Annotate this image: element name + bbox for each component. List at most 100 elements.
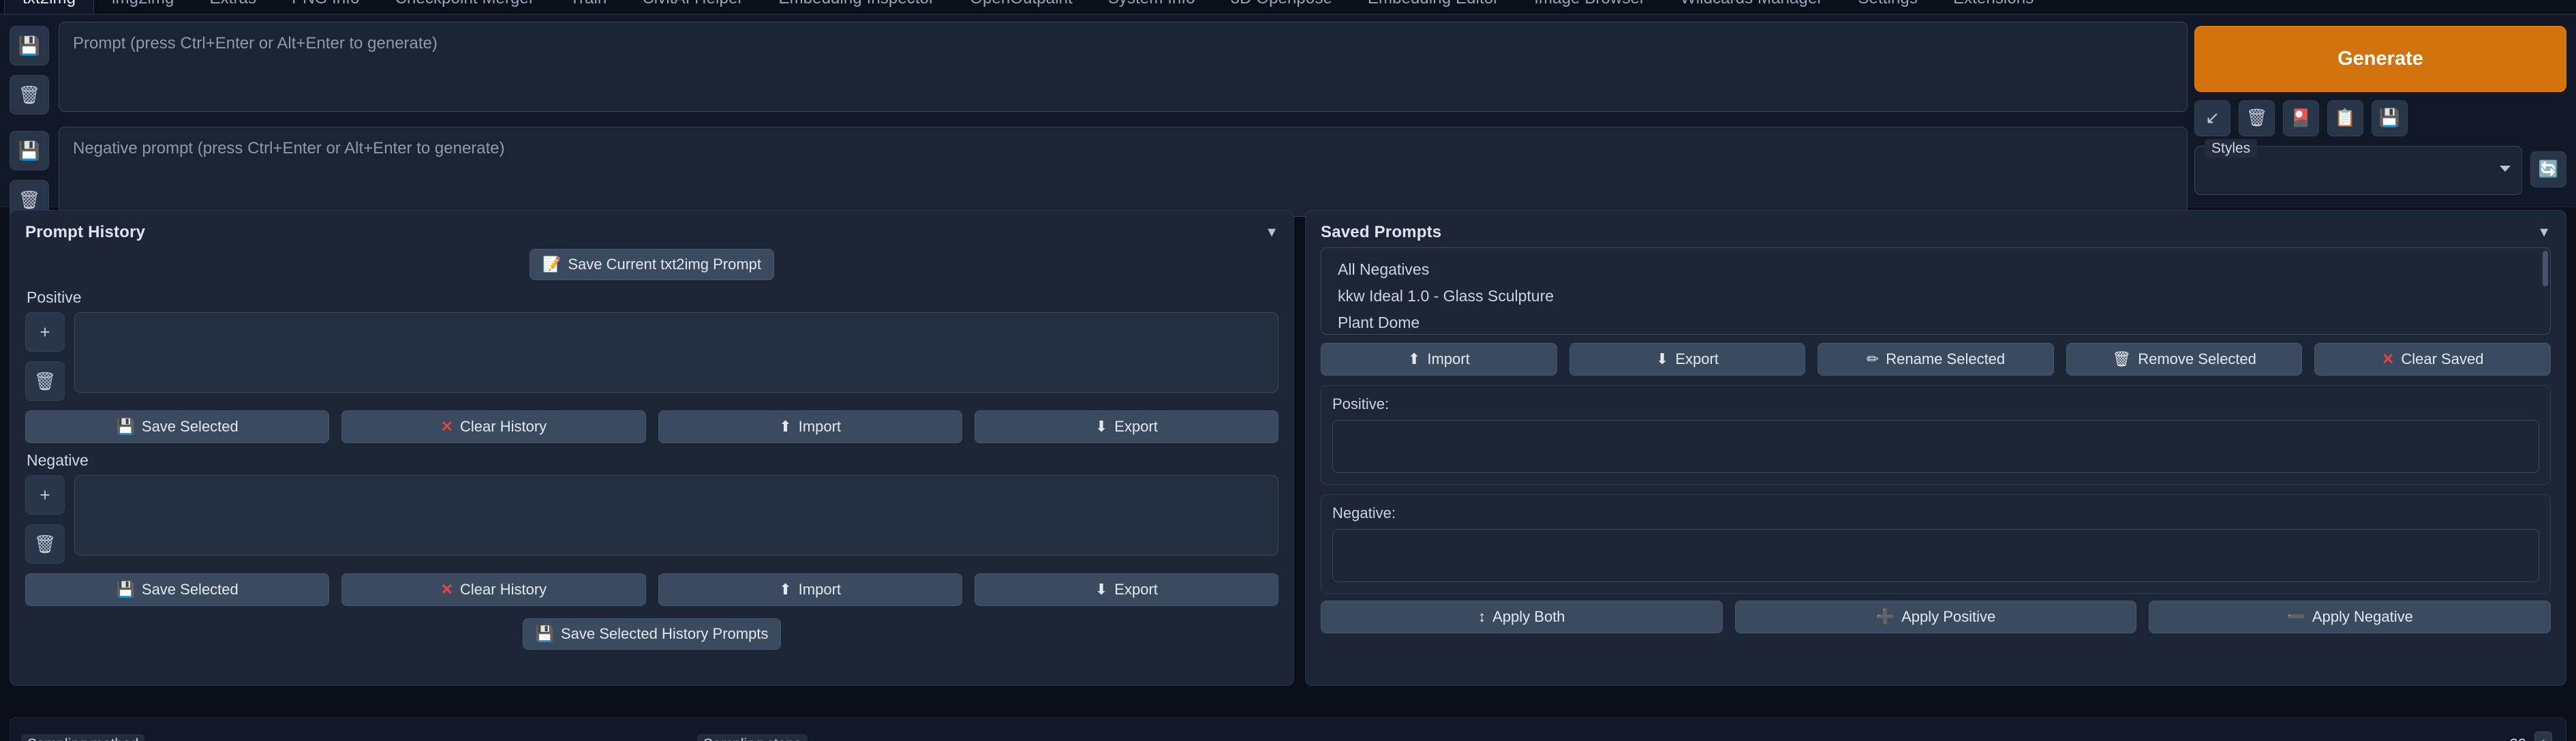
tab-system-info[interactable]: System Info [1090, 0, 1213, 14]
tab-wildcards-manager[interactable]: Wildcards Manager [1663, 0, 1840, 14]
positive-history-label: Import [798, 418, 842, 435]
styles-label: Styles [2205, 139, 2258, 158]
tab-image-browser[interactable]: Image Browser [1516, 0, 1663, 14]
saved-prompts-panel: Saved Prompts ▼ All Negatives kkw Ideal 1… [1305, 210, 2566, 686]
positive-history-export-button[interactable]: ⬇ Export [974, 410, 1278, 443]
clear-prompt-icon[interactable]: 🗑 [2239, 100, 2275, 136]
saved-prompts-clear-saved-button[interactable]: ✕ Clear Saved [2314, 343, 2551, 376]
create-style-icon[interactable]: 💾 [2372, 100, 2408, 136]
saved-positive-textarea[interactable] [1332, 420, 2539, 473]
saved-prompts-label: Export [1675, 350, 1719, 367]
tab-img2img[interactable]: img2img [94, 0, 191, 14]
negative-prompt-input[interactable]: Negative prompt (press Ctrl+Enter or Alt… [59, 127, 2188, 217]
styles-dropdown[interactable]: Styles [2194, 139, 2522, 195]
apply-style-icon[interactable]: 📋 [2327, 100, 2363, 136]
generate-button[interactable]: Generate [2194, 26, 2566, 92]
prompt-history-collapse-icon[interactable]: ▼ [1265, 226, 1278, 239]
saved-prompt-item[interactable]: All Negatives [1332, 256, 2550, 283]
saved-prompts-icon: ✏ [1866, 350, 1880, 367]
sampling-steps-value[interactable]: 20 [2510, 736, 2526, 741]
positive-history-icon: 💾 [116, 418, 135, 435]
saved-prompt-item[interactable]: kkw Ideal 1.0 - Glass Sculpture [1332, 283, 2550, 309]
positive-history-label: Positive [27, 288, 82, 306]
saved-prompts-icon: ✕ [2381, 350, 2395, 367]
prompt-history-header: Prompt History ▼ [25, 223, 1278, 242]
delete-positive-history-icon[interactable]: 🗑 [25, 361, 65, 401]
saved-prompt-item[interactable]: Plant Dome [1332, 309, 2550, 335]
tab-checkpoint-merger[interactable]: Checkpoint Merger [378, 0, 552, 14]
tab-settings[interactable]: Settings [1840, 0, 1935, 14]
saved-prompts-export-button[interactable]: ⬇ Export [1569, 343, 1806, 376]
negative-history-export-button[interactable]: ⬇ Export [974, 573, 1278, 606]
saved-prompts-scrollbar[interactable] [2543, 251, 2548, 286]
positive-prompt-input[interactable]: Prompt (press Ctrl+Enter or Alt+Enter to… [59, 22, 2188, 112]
negative-history-import-button[interactable]: ⬆ Import [658, 573, 962, 606]
bottom-settings-strip: Sampling method Sampling steps 20 ⌃ [0, 710, 2576, 741]
saved-prompts-label: Apply Negative [2312, 608, 2413, 625]
panels-container: Prompt History ▼ 📝 Save Current txt2img … [0, 210, 2576, 710]
sampling-settings-card: Sampling method Sampling steps 20 ⌃ [10, 717, 2566, 741]
delete-negative-history-icon[interactable]: 🗑 [25, 524, 65, 564]
tab-png-info[interactable]: PNG Info [274, 0, 378, 14]
saved-prompts-icon: ⬇ [1655, 350, 1669, 367]
saved-prompts-apply-positive-button[interactable]: ➕ Apply Positive [1734, 601, 2137, 633]
negative-history-save-selected-button[interactable]: 💾 Save Selected [25, 573, 330, 606]
positive-history-icon: ✕ [440, 418, 454, 435]
prompt-history-title: Prompt History [25, 223, 146, 241]
add-negative-history-icon[interactable]: + [25, 475, 65, 515]
tab-txt2img[interactable]: txt2img [4, 0, 95, 14]
negative-history-label: Export [1114, 581, 1158, 598]
negative-history-label: Import [798, 581, 842, 598]
positive-history-row: + 🗑 [25, 312, 1278, 401]
negative-history-icon: ⬇ [1094, 581, 1108, 598]
saved-prompts-label: Apply Positive [1901, 608, 1996, 625]
tab-embedding-inspector[interactable]: Embedding Inspector [761, 0, 952, 14]
saved-positive-label: Positive: [1332, 395, 1390, 412]
sampling-steps-stepper[interactable]: ⌃ [2534, 731, 2552, 741]
saved-negative-group: Negative: [1321, 494, 2551, 594]
negative-history-list[interactable] [74, 475, 1278, 556]
saved-prompts-import-button[interactable]: ⬆ Import [1321, 343, 1557, 376]
note-icon: 📝 [542, 256, 562, 273]
sampling-method-label: Sampling method [21, 734, 145, 741]
saved-prompts-action-buttons: ⬆ Import ⬇ Export ✏ Rename Selected 🗑 Remove Se… [1321, 343, 2551, 376]
positive-history-import-button[interactable]: ⬆ Import [658, 410, 962, 443]
clear-positive-prompt-trash-icon[interactable]: 🗑 [10, 75, 49, 115]
tab-extensions[interactable]: Extensions [1935, 0, 2051, 14]
positive-history-buttons: 💾 Save Selected ✕ Clear History ⬆ Import ⬇ Expo… [25, 410, 1278, 443]
save-selected-history-prompts-button[interactable]: 💾 Save Selected History Prompts [522, 618, 782, 650]
saved-prompts-icon: 🗑 [2112, 350, 2132, 367]
save-current-txt2img-prompt-label: Save Current txt2img Prompt [568, 256, 762, 273]
tab-civitai-helper[interactable]: CivitAI Helper [624, 0, 761, 14]
saved-prompts-remove-selected-button[interactable]: 🗑 Remove Selected [2066, 343, 2303, 376]
save-positive-prompt-icon[interactable]: 💾 [10, 26, 49, 65]
prompt-left-column: 💾 🗑 Prompt (press Ctrl+Enter or Alt+Ente… [10, 22, 2188, 232]
negative-history-row: + 🗑 [25, 475, 1278, 564]
saved-prompts-list[interactable]: All Negatives kkw Ideal 1.0 - Glass Sculp… [1321, 247, 2551, 335]
positive-history-list[interactable] [74, 312, 1278, 393]
tab-embedding-editor[interactable]: Embedding Editor [1350, 0, 1516, 14]
save-current-txt2img-prompt-button[interactable]: 📝 Save Current txt2img Prompt [529, 249, 775, 280]
tab-train[interactable]: Train [552, 0, 624, 14]
add-positive-history-icon[interactable]: + [25, 312, 65, 352]
tab-openoutpaint[interactable]: OpenOutpaint [952, 0, 1090, 14]
tab-extras[interactable]: Extras [191, 0, 274, 14]
saved-negative-textarea[interactable] [1332, 529, 2539, 582]
saved-prompts-apply-both-button[interactable]: ↕ Apply Both [1321, 601, 1723, 633]
extra-networks-icon[interactable]: 🎴 [2283, 100, 2319, 136]
saved-prompts-rename-selected-button[interactable]: ✏ Rename Selected [1818, 343, 2054, 376]
positive-history-save-selected-button[interactable]: 💾 Save Selected [25, 410, 330, 443]
tab-3d-openpose[interactable]: 3D Openpose [1213, 0, 1350, 14]
saved-prompts-apply-negative-button[interactable]: ➖ Apply Negative [2149, 601, 2551, 633]
saved-prompts-icon: ↕ [1478, 608, 1486, 625]
restore-progress-icon[interactable]: ↙ [2194, 100, 2230, 136]
negative-history-icon: 💾 [116, 581, 135, 598]
saved-prompts-collapse-icon[interactable]: ▼ [2537, 226, 2551, 239]
negative-prompt-row: 💾 🗑 Negative prompt (press Ctrl+Enter or… [10, 127, 2188, 220]
positive-history-label: Save Selected [141, 418, 239, 435]
save-negative-prompt-icon[interactable]: 💾 [10, 131, 49, 170]
refresh-styles-icon[interactable]: 🔄 [2530, 151, 2566, 187]
negative-history-clear-history-button[interactable]: ✕ Clear History [341, 573, 646, 606]
saved-prompts-label: Rename Selected [1886, 350, 2006, 367]
positive-history-clear-history-button[interactable]: ✕ Clear History [341, 410, 646, 443]
